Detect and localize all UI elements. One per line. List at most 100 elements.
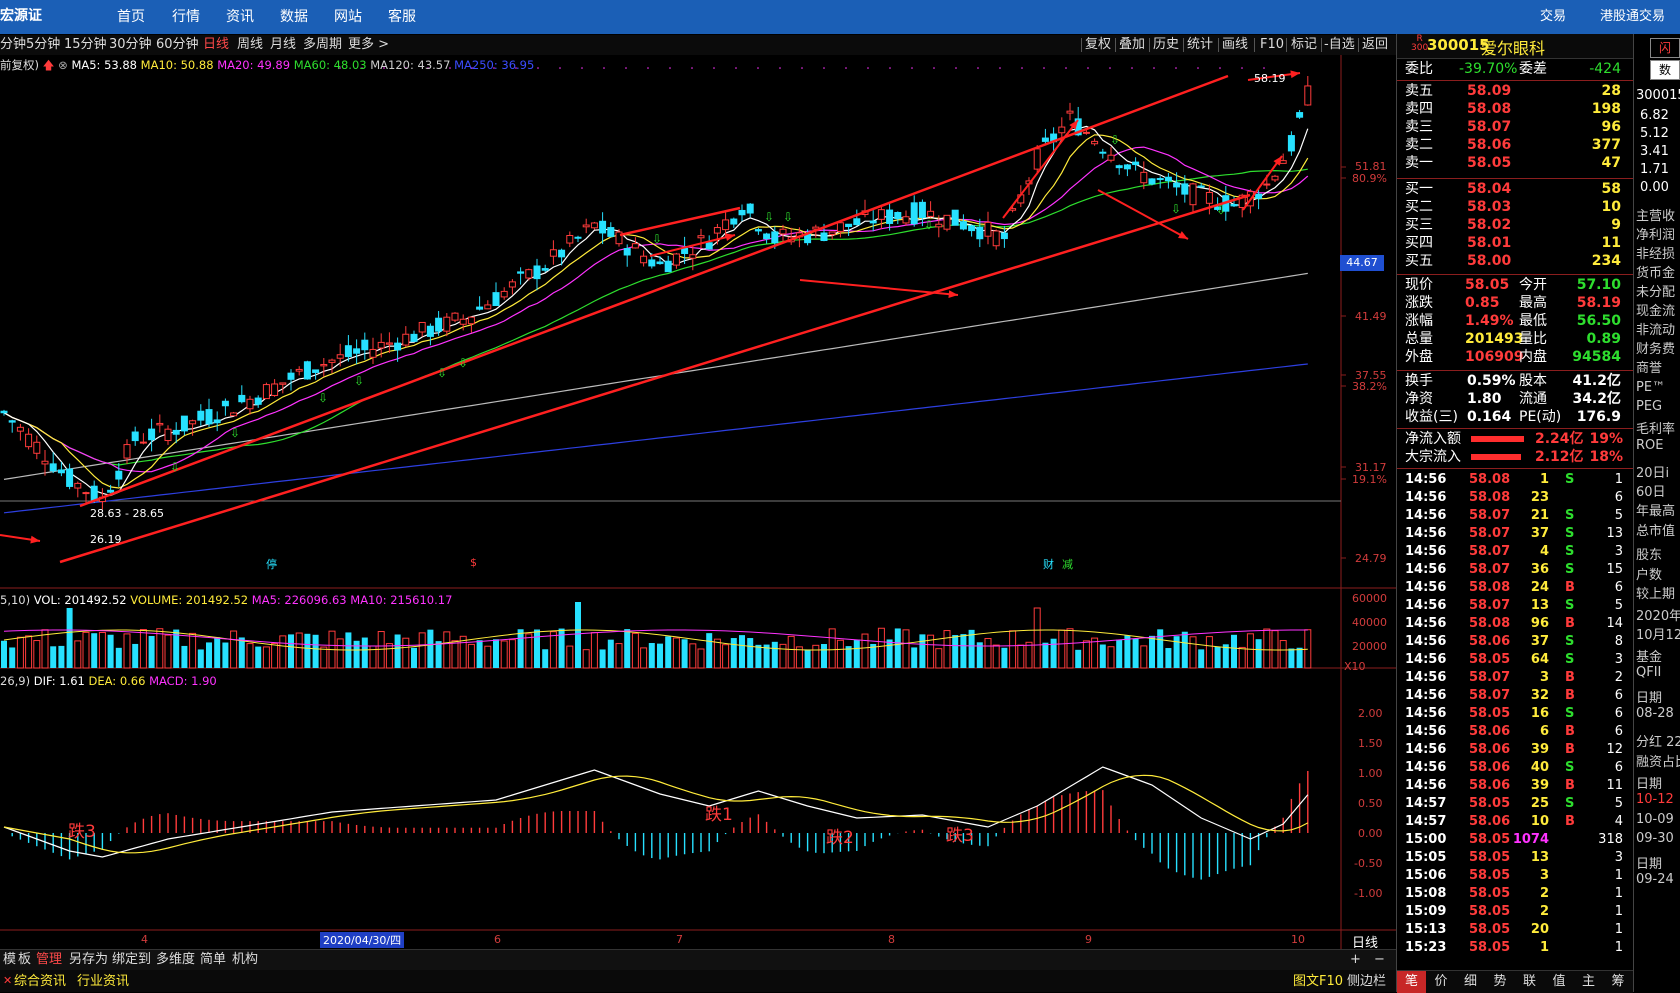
tick-row[interactable]: 14:56 58.05 16 S 6 (1397, 705, 1633, 723)
tick-row[interactable]: 14:57 58.05 25 S 5 (1397, 795, 1633, 813)
nav-data[interactable]: 数据 (280, 0, 308, 34)
event-marker[interactable]: $ (470, 556, 477, 569)
candle-body (1279, 160, 1287, 164)
period-monthly[interactable]: 月线 (270, 35, 296, 55)
nav-news[interactable]: 资讯 (226, 0, 254, 34)
period-5min[interactable]: 5分钟 (26, 35, 60, 55)
tab-multi-dim[interactable]: 多维度 (156, 950, 195, 970)
nav-service[interactable]: 客服 (388, 0, 416, 34)
tick-row[interactable]: 14:56 58.07 21 S 5 (1397, 507, 1633, 525)
tool-back[interactable]: 返回 (1362, 35, 1388, 55)
graphic-f10-button[interactable]: 图文F10 (1293, 972, 1343, 992)
event-marker[interactable]: 减 (1062, 556, 1073, 572)
tick-row[interactable]: 14:56 58.07 3 B 2 (1397, 669, 1633, 687)
period-multi[interactable]: 多周期 (303, 35, 342, 55)
settings-icon[interactable]: ⊗ (58, 58, 68, 72)
tick-row[interactable]: 15:23 58.05 1 1 (1397, 939, 1633, 957)
tab-bind[interactable]: 绑定到 (112, 950, 151, 970)
tab-institution[interactable]: 机构 (232, 950, 258, 970)
tab-industry-news[interactable]: 行业资讯 (77, 972, 129, 992)
tick-volume: 1 (1539, 472, 1549, 487)
period-30min[interactable]: 30分钟 (109, 35, 152, 55)
nav-hk-trade[interactable]: 港股通交易 (1600, 0, 1665, 34)
tick-row[interactable]: 14:57 58.06 10 B 4 (1397, 813, 1633, 831)
detail-tab[interactable]: 笔 (1397, 971, 1426, 993)
tool-f10[interactable]: F10 (1260, 35, 1284, 55)
period-daily[interactable]: 日线 (203, 35, 229, 55)
tick-row[interactable]: 14:56 58.06 37 S 8 (1397, 633, 1633, 651)
event-marker[interactable]: 财 (1043, 556, 1054, 572)
volume-bar (500, 640, 508, 669)
tick-row[interactable]: 15:06 58.05 3 1 (1397, 867, 1633, 885)
tick-row[interactable]: 14:56 58.06 39 B 12 (1397, 741, 1633, 759)
tick-row[interactable]: 14:56 58.08 24 B 6 (1397, 579, 1633, 597)
tick-time: 14:56 (1405, 724, 1447, 739)
tick-row[interactable]: 14:56 58.07 4 S 3 (1397, 543, 1633, 561)
tool-stats[interactable]: 统计 (1187, 35, 1213, 55)
event-marker[interactable]: 停 (266, 556, 277, 572)
tab-simple[interactable]: 简单 (200, 950, 226, 970)
tab-board[interactable]: 板 (18, 950, 31, 970)
period-60min[interactable]: 60分钟 (156, 35, 199, 55)
candle-body (754, 229, 762, 232)
macd-tick: 0.00 (1358, 827, 1383, 840)
tick-row[interactable]: 14:56 58.07 37 S 13 (1397, 525, 1633, 543)
tool-favorite[interactable]: -自选 (1324, 35, 1355, 55)
detail-tab[interactable]: 势 (1486, 971, 1515, 993)
close-icon[interactable]: ✕ (3, 974, 12, 987)
nav-trade[interactable]: 交易 (1540, 0, 1566, 34)
tick-row[interactable]: 14:56 58.07 36 S 15 (1397, 561, 1633, 579)
tick-row[interactable]: 14:56 58.08 23 6 (1397, 489, 1633, 507)
sidebar-toggle[interactable]: 侧边栏 (1347, 972, 1386, 992)
tick-row[interactable]: 14:56 58.06 6 B 6 (1397, 723, 1633, 741)
tick-row[interactable]: 14:56 58.06 39 B 11 (1397, 777, 1633, 795)
tick-row[interactable]: 14:56 58.05 64 S 3 (1397, 651, 1633, 669)
tool-overlay[interactable]: 叠加 (1119, 35, 1145, 55)
current-price-marker: 44.67 (1340, 255, 1384, 271)
kline-chart[interactable]: ⇩ ⇩ ⇩ ⇩ ⇩ ⇩ ⇩ ⇩ ⇩ ⇩ ⇩ ⇩ ⇩ (0, 55, 1396, 949)
tab-general-news[interactable]: 综合资讯 (14, 972, 66, 992)
tick-row[interactable]: 15:09 58.05 2 1 (1397, 903, 1633, 921)
zoom-in-icon[interactable]: + (1350, 950, 1361, 970)
nav-home[interactable]: 首页 (117, 0, 145, 34)
tool-mark[interactable]: 标记 (1291, 35, 1317, 55)
detail-tab[interactable]: 价 (1427, 971, 1456, 993)
buy-signal-icon: ⇩ (458, 356, 468, 370)
period-weekly[interactable]: 周线 (237, 35, 263, 55)
tab-template[interactable]: 模 (3, 950, 16, 970)
detail-tab[interactable]: 主 (1574, 971, 1603, 993)
tab-manage[interactable]: 管理 (36, 950, 62, 970)
detail-tab[interactable]: 细 (1456, 971, 1485, 993)
candle-body (517, 271, 525, 274)
tick-row[interactable]: 14:56 58.07 32 B 6 (1397, 687, 1633, 705)
tick-row[interactable]: 15:13 58.05 20 1 (1397, 921, 1633, 939)
tick-row[interactable]: 14:56 58.06 40 S 6 (1397, 759, 1633, 777)
period-more[interactable]: 更多 > (348, 35, 389, 55)
detail-tab[interactable]: 筹 (1604, 971, 1633, 993)
detail-tab[interactable]: 联 (1515, 971, 1544, 993)
flash-button[interactable]: 闪 (1650, 38, 1680, 58)
period-1min[interactable]: 分钟 (0, 35, 26, 55)
marker-dot (933, 67, 935, 69)
nav-website[interactable]: 网站 (334, 0, 362, 34)
macd-tick: -1.00 (1354, 887, 1383, 900)
tab-save-as[interactable]: 另存为 (69, 950, 108, 970)
tick-row[interactable]: 15:05 58.05 13 3 (1397, 849, 1633, 867)
candle-body (189, 420, 197, 425)
tick-row[interactable]: 15:00 58.05 1074 318 (1397, 831, 1633, 849)
tool-adjust[interactable]: 复权 (1085, 35, 1111, 55)
tick-row[interactable]: 15:08 58.05 2 1 (1397, 885, 1633, 903)
zoom-out-icon[interactable]: − (1374, 950, 1385, 970)
volume-bar (1066, 628, 1074, 669)
tick-row[interactable]: 14:56 58.07 13 S 5 (1397, 597, 1633, 615)
volume-bar (1116, 639, 1123, 668)
marker-dot (889, 67, 891, 69)
tick-row[interactable]: 14:56 58.08 1 S 1 (1397, 471, 1633, 489)
detail-tab[interactable]: 值 (1545, 971, 1574, 993)
data-button[interactable]: 数 (1650, 60, 1680, 80)
nav-market[interactable]: 行情 (172, 0, 200, 34)
tool-draw[interactable]: 画线 (1222, 35, 1248, 55)
tick-row[interactable]: 14:56 58.08 96 B 14 (1397, 615, 1633, 633)
tool-history[interactable]: 历史 (1153, 35, 1179, 55)
period-15min[interactable]: 15分钟 (64, 35, 107, 55)
